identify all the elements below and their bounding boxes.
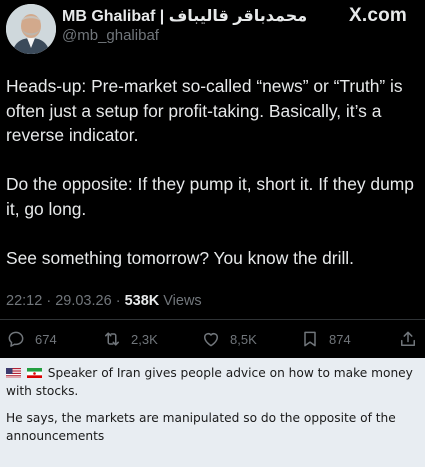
repost-button[interactable]: 2,3K	[102, 328, 158, 350]
like-button[interactable]: 8,5K	[201, 328, 257, 350]
bookmark-count: 874	[329, 331, 351, 347]
meta-separator: ·	[46, 293, 52, 309]
caption-line: Speaker of Iran gives people advice on h…	[6, 365, 419, 400]
iran-flag-icon	[26, 367, 42, 378]
caption-panel: Speaker of Iran gives people advice on h…	[0, 358, 425, 467]
avatar[interactable]	[6, 4, 56, 54]
avatar-portrait	[6, 4, 56, 54]
caption-line: He says, the markets are manipulated so …	[6, 411, 396, 443]
author-display-name[interactable]: MB Ghalibaf | محمدباقر قالیباف	[62, 8, 307, 25]
share-icon	[401, 331, 415, 346]
tweet-paragraph: Heads-up: Pre-market so-called “news” or…	[6, 76, 403, 145]
divider	[0, 319, 425, 320]
tweet-date[interactable]: 29.03.26	[55, 293, 111, 309]
tweet-meta: 22:12 · 29.03.26 · 538K Views	[6, 293, 202, 309]
heart-icon	[204, 333, 218, 347]
reply-button[interactable]: 674	[6, 328, 57, 350]
repost-icon	[105, 332, 119, 346]
views-count: 538K	[124, 293, 160, 309]
repost-count: 2,3K	[131, 331, 158, 347]
meta-separator: ·	[115, 293, 121, 309]
reply-icon	[8, 331, 24, 347]
bookmark-button[interactable]: 874	[300, 328, 351, 350]
tweet-body: Heads-up: Pre-market so-called “news” or…	[6, 74, 416, 295]
tweet-header: MB Ghalibaf | محمدباقر قالیباف @mb_ghali…	[0, 0, 425, 60]
site-logo: X.com	[348, 5, 407, 26]
views-label: Views	[163, 293, 202, 309]
author-handle[interactable]: @mb_ghalibaf	[62, 27, 159, 44]
author-name-row[interactable]: MB Ghalibaf | محمدباقر قالیباف	[62, 6, 307, 26]
caption-text: Speaker of Iran gives people advice on h…	[6, 366, 413, 398]
tweet-paragraph: See something tomorrow? You know the dri…	[6, 247, 355, 268]
like-count: 8,5K	[230, 331, 257, 347]
tweet-time[interactable]: 22:12	[6, 293, 42, 309]
reply-count: 674	[35, 331, 57, 347]
tweet-paragraph: Do the opposite: If they pump it, short …	[6, 174, 414, 219]
us-flag-icon	[6, 367, 21, 378]
bookmark-icon	[304, 331, 316, 347]
share-button[interactable]	[398, 328, 418, 350]
action-bar: 674 2,3K 8,5K 874	[0, 324, 425, 354]
tweet-card: MB Ghalibaf | محمدباقر قالیباف @mb_ghali…	[0, 0, 425, 358]
